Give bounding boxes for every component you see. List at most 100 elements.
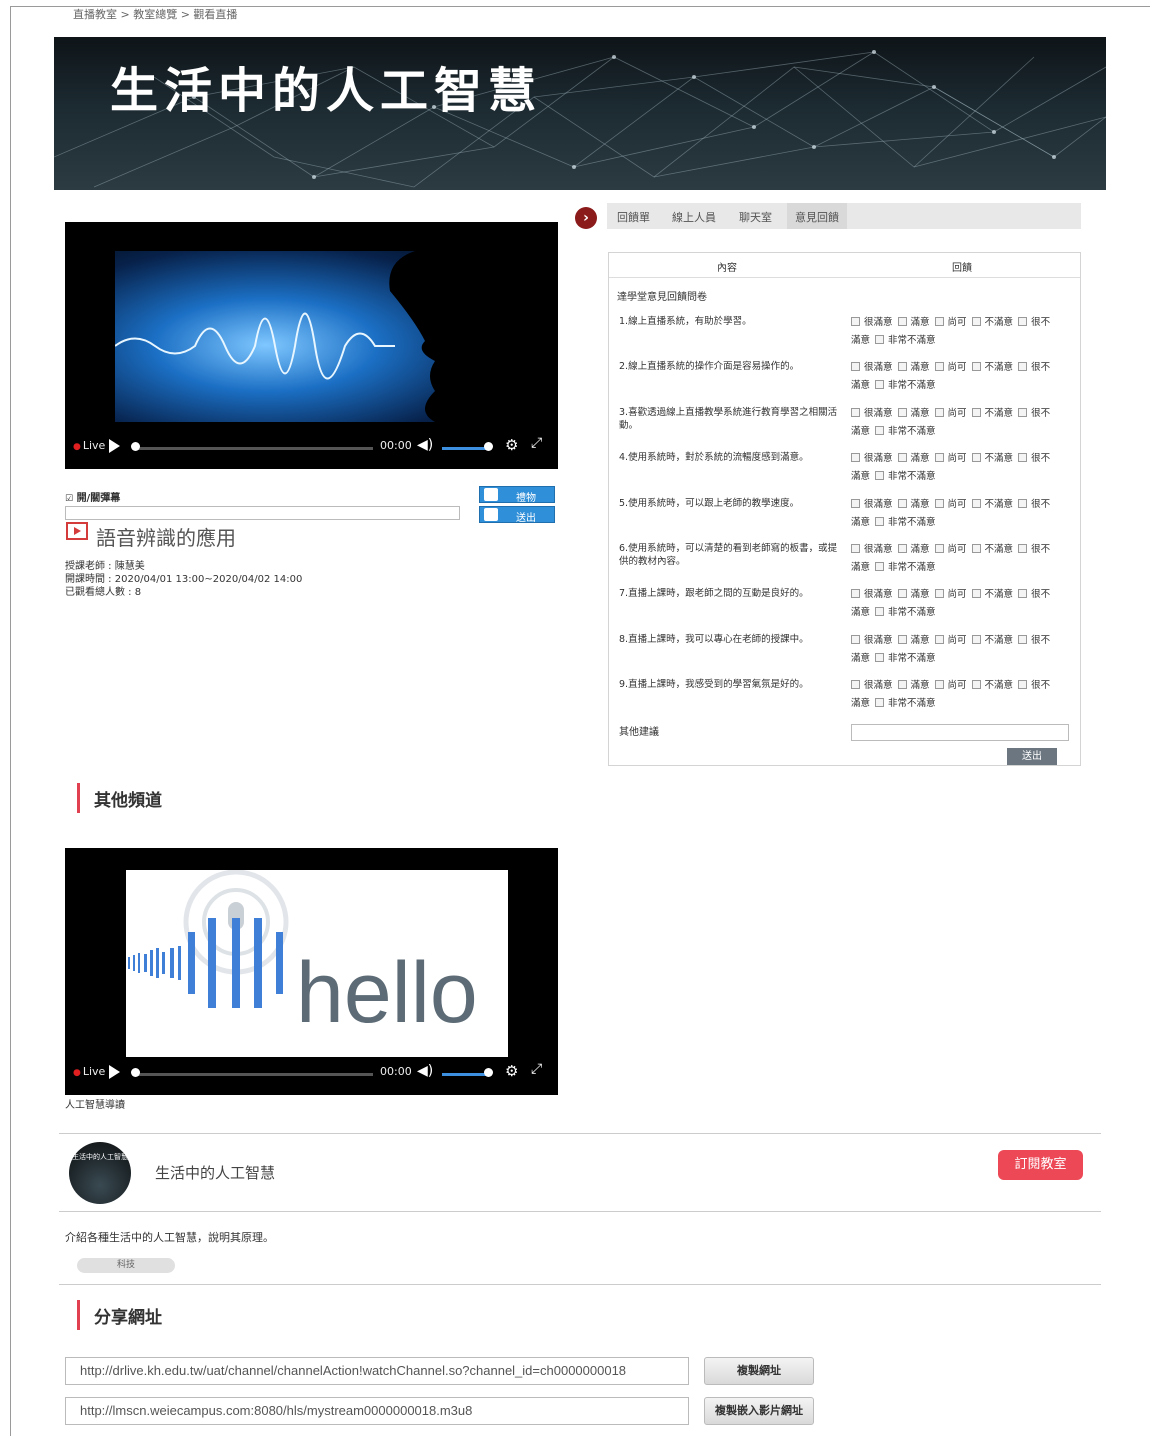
rating-option[interactable]: 非常不滿意 — [875, 471, 936, 482]
rating-checkbox[interactable] — [971, 362, 981, 372]
rating-checkbox[interactable] — [851, 498, 860, 508]
danmaku-toggle[interactable]: ☑ 開/關彈幕 — [65, 489, 120, 504]
rating-checkbox[interactable] — [1018, 362, 1028, 372]
rating-option[interactable]: 很不 — [1018, 680, 1050, 691]
rating-checkbox[interactable] — [897, 634, 907, 644]
rating-option[interactable]: 不滿意 — [971, 680, 1013, 691]
rating-checkbox[interactable] — [875, 698, 885, 708]
rating-option[interactable]: 很不 — [1018, 362, 1050, 373]
rating-checkbox[interactable] — [851, 680, 860, 690]
rating-option[interactable]: 尚可 — [934, 317, 967, 328]
other-play-icon[interactable] — [109, 1065, 120, 1079]
rating-option[interactable]: 非常不滿意 — [875, 652, 936, 664]
rating-option[interactable]: 滿意 — [897, 634, 930, 646]
rating-option[interactable]: 尚可 — [934, 453, 967, 464]
rating-option[interactable]: 尚可 — [934, 544, 967, 555]
other-fullscreen-icon[interactable]: ⤢ — [531, 1061, 542, 1077]
send-danmaku-button[interactable]: 送出 — [479, 506, 555, 524]
rating-checkbox[interactable] — [851, 634, 860, 644]
rating-option[interactable]: 不滿意 — [971, 589, 1013, 600]
rating-checkbox[interactable] — [897, 407, 907, 417]
rating-checkbox[interactable] — [875, 335, 885, 344]
progress-bar[interactable] — [133, 447, 373, 450]
rating-option[interactable]: 非常不滿意 — [875, 516, 936, 528]
rating-option[interactable]: 很滿意 — [851, 634, 893, 646]
rating-option[interactable]: 不滿意 — [971, 453, 1013, 464]
rating-checkbox[interactable] — [897, 498, 907, 508]
rating-checkbox[interactable] — [875, 607, 885, 617]
other-volume-slider[interactable] — [442, 1073, 488, 1076]
rating-option[interactable]: 不滿意 — [971, 407, 1013, 419]
rating-option[interactable]: 不滿意 — [971, 317, 1013, 328]
other-progress-handle[interactable] — [131, 1068, 140, 1077]
rating-option[interactable]: 非常不滿意 — [875, 380, 936, 391]
rating-checkbox[interactable] — [875, 652, 885, 662]
rating-checkbox[interactable] — [934, 407, 944, 417]
rating-option[interactable]: 尚可 — [934, 407, 967, 419]
rating-checkbox[interactable] — [897, 317, 907, 326]
gift-button[interactable]: 禮物 — [479, 486, 555, 504]
rating-checkbox[interactable] — [934, 498, 944, 508]
rating-checkbox[interactable] — [934, 589, 944, 599]
rating-checkbox[interactable] — [851, 317, 860, 326]
other-volume-handle[interactable] — [484, 1068, 493, 1077]
share-url-field[interactable]: http://drlive.kh.edu.tw/uat/channel/chan… — [65, 1357, 689, 1385]
rating-option[interactable]: 很不 — [1018, 589, 1050, 600]
rating-option[interactable]: 滿意 — [897, 498, 930, 510]
rating-checkbox[interactable] — [934, 544, 944, 553]
avatar[interactable]: 生活中的人工智慧 — [69, 1142, 131, 1204]
rating-option[interactable]: 尚可 — [934, 634, 967, 646]
rating-option[interactable]: 非常不滿意 — [875, 698, 936, 709]
rating-checkbox[interactable] — [875, 425, 885, 435]
fullscreen-icon[interactable]: ⤢ — [531, 435, 542, 451]
rating-option[interactable]: 不滿意 — [971, 498, 1013, 510]
survey-submit-button[interactable]: 送出 — [1007, 748, 1057, 765]
tab-chatroom[interactable]: 聊天室 — [739, 209, 772, 225]
embed-url-field[interactable]: http://lmscn.weiecampus.com:8080/hls/mys… — [65, 1397, 689, 1425]
volume-slider[interactable] — [442, 447, 488, 450]
rating-option[interactable]: 滿意 — [897, 407, 930, 419]
rating-checkbox[interactable] — [1018, 498, 1028, 508]
rating-checkbox[interactable] — [875, 471, 885, 481]
rating-option[interactable]: 尚可 — [934, 362, 967, 373]
rating-option[interactable]: 非常不滿意 — [875, 425, 936, 437]
rating-checkbox[interactable] — [971, 680, 981, 690]
rating-checkbox[interactable] — [934, 680, 944, 690]
rating-checkbox[interactable] — [971, 317, 981, 326]
rating-option[interactable]: 很不 — [1018, 407, 1050, 419]
rating-option[interactable]: 滿意 — [897, 362, 930, 373]
play-icon[interactable] — [109, 439, 120, 453]
rating-checkbox[interactable] — [1018, 407, 1028, 417]
rating-checkbox[interactable] — [1018, 589, 1028, 599]
rating-option[interactable]: 很滿意 — [851, 453, 893, 464]
rating-checkbox[interactable] — [875, 562, 885, 571]
category-tag[interactable]: 科技 — [77, 1258, 175, 1273]
rating-option[interactable]: 很滿意 — [851, 680, 893, 691]
rating-checkbox[interactable] — [1018, 544, 1028, 553]
rating-option[interactable]: 滿意 — [897, 544, 930, 555]
volume-handle[interactable] — [484, 442, 493, 451]
other-video-caption[interactable]: 人工智慧導讀 — [65, 1096, 125, 1111]
rating-checkbox[interactable] — [934, 453, 944, 463]
rating-option[interactable]: 很不 — [1018, 498, 1050, 510]
rating-option[interactable]: 很不 — [1018, 544, 1050, 555]
rating-checkbox[interactable] — [851, 407, 860, 417]
other-gear-icon[interactable]: ⚙ — [505, 1062, 518, 1080]
rating-option[interactable]: 很不 — [1018, 453, 1050, 464]
rating-option[interactable]: 滿意 — [897, 317, 930, 328]
danmaku-input[interactable] — [65, 506, 460, 520]
rating-option[interactable]: 滿意 — [897, 453, 930, 464]
rating-checkbox[interactable] — [934, 634, 944, 644]
rating-option[interactable]: 很不 — [1018, 634, 1050, 646]
rating-option[interactable]: 很滿意 — [851, 317, 893, 328]
rating-checkbox[interactable] — [851, 453, 860, 463]
rating-option[interactable]: 非常不滿意 — [875, 607, 936, 618]
tab-online-users[interactable]: 線上人員 — [672, 209, 716, 225]
rating-option[interactable]: 很滿意 — [851, 498, 893, 510]
rating-checkbox[interactable] — [897, 453, 907, 463]
rating-checkbox[interactable] — [934, 362, 944, 372]
gear-icon[interactable]: ⚙ — [505, 436, 518, 454]
rating-checkbox[interactable] — [851, 362, 860, 372]
rating-option[interactable]: 不滿意 — [971, 634, 1013, 646]
rating-checkbox[interactable] — [1018, 634, 1028, 644]
